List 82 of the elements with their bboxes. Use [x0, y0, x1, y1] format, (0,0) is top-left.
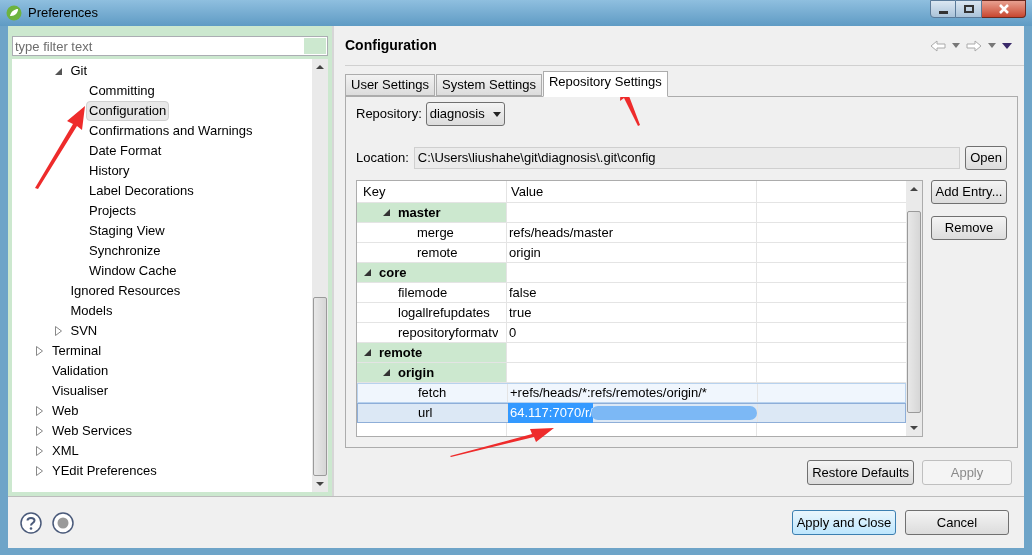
dialog-button[interactable]: Cancel [905, 510, 1009, 535]
expanded-triangle-icon[interactable] [383, 209, 390, 216]
tree-item[interactable]: Web [49, 401, 82, 421]
tree-item[interactable]: Committing [86, 81, 158, 101]
table-action-button[interactable]: Add Entry... [931, 180, 1007, 204]
settings-tab[interactable]: Repository Settings [543, 71, 668, 97]
page-button[interactable]: Restore Defaults [807, 460, 914, 485]
expanded-triangle-icon[interactable] [364, 269, 371, 276]
tree-item[interactable]: Terminal [49, 341, 105, 361]
tree-item[interactable]: Label Decorations [86, 181, 197, 201]
value-cell-text: origin [508, 243, 541, 262]
dropdown-caret-icon[interactable] [952, 43, 960, 48]
dropdown-caret-icon[interactable] [988, 43, 996, 48]
dialog-button[interactable]: Apply and Close [792, 510, 896, 535]
tree-item[interactable]: Ignored Resources [67, 281, 184, 301]
tree-item[interactable]: Synchronize [86, 241, 164, 261]
tree-item[interactable]: History [86, 161, 133, 181]
caret-icon [492, 111, 501, 117]
value-cell: 64.117:7070/r/ [508, 403, 593, 423]
help-icon[interactable] [20, 511, 42, 534]
tree-item[interactable]: SVN [67, 321, 101, 341]
window-title: Preferences [28, 4, 99, 23]
config-row[interactable]: merge refs/heads/master [357, 223, 906, 243]
value-cell-text: true [508, 303, 532, 322]
table-scrollbar[interactable] [906, 181, 922, 436]
tree-item[interactable]: Staging View [86, 221, 168, 241]
app-leaf-icon [6, 5, 22, 21]
tree-item[interactable]: Confirmations and Warnings [86, 121, 256, 141]
location-field[interactable]: C:\Users\liushahe\git\diagnosis\.git\config [413, 147, 961, 169]
value-cell-text: 0 [508, 323, 517, 342]
tree-item[interactable]: Git [67, 61, 91, 81]
tree-item[interactable]: Visualiser [49, 381, 112, 401]
value-cell-text: refs/heads/master [508, 223, 614, 242]
key-cell-text: url [418, 404, 433, 423]
tree-item[interactable]: Models [67, 301, 116, 321]
repository-dropdown[interactable]: diagnosis [425, 102, 505, 126]
config-row[interactable]: fetch +refs/heads/*:refs/remotes/origin/* [357, 383, 906, 403]
value-cell-text: +refs/heads/*:refs/remotes/origin/* [509, 384, 707, 403]
key-cell-text: merge [417, 223, 454, 242]
config-row[interactable]: filemode false [357, 283, 906, 303]
column-header[interactable]: Key [357, 181, 507, 202]
config-row[interactable]: logallrefupdates true [357, 303, 906, 323]
config-row[interactable]: url 64.117:7070/r/ [357, 403, 906, 423]
collapsed-triangle-icon[interactable] [54, 326, 62, 336]
key-cell-text: repositoryformatv [398, 323, 499, 342]
close-button[interactable] [982, 0, 1026, 18]
minimize-button[interactable] [930, 0, 956, 18]
value-cell-text: false [508, 283, 537, 302]
section-name: core [379, 263, 407, 282]
record-icon[interactable] [52, 511, 74, 534]
expanded-triangle-icon[interactable] [383, 369, 390, 376]
filter-field[interactable]: type filter text [12, 36, 329, 56]
repository-label: Repository: [356, 105, 422, 124]
open-button[interactable]: Open [965, 146, 1007, 170]
collapsed-triangle-icon[interactable] [36, 346, 43, 356]
tree-scrollbar[interactable] [312, 59, 329, 492]
tree-item[interactable]: Window Cache [86, 261, 180, 281]
settings-tab[interactable]: User Settings [345, 74, 436, 96]
expanded-triangle-icon[interactable] [54, 67, 62, 75]
key-cell-text: fetch [418, 384, 447, 403]
table-action-button[interactable]: Remove [931, 216, 1007, 240]
location-label: Location: [356, 149, 409, 168]
view-menu-icon[interactable] [1002, 42, 1012, 49]
settings-tab[interactable]: System Settings [436, 74, 542, 96]
key-cell-text: logallrefupdates [398, 303, 490, 322]
tree-item[interactable]: Date Format [86, 141, 165, 161]
section-name: origin [398, 363, 435, 382]
close-icon [998, 4, 1009, 14]
tree-item[interactable]: Web Services [49, 421, 135, 441]
tree-item[interactable]: Projects [86, 201, 139, 221]
expanded-triangle-icon[interactable] [364, 349, 371, 356]
column-header[interactable]: Value [507, 181, 757, 202]
tree-item[interactable]: XML [49, 441, 82, 461]
maximize-button[interactable] [956, 0, 982, 18]
tree-item[interactable]: YEdit Preferences [49, 461, 160, 481]
tree-item[interactable]: Validation [49, 361, 112, 381]
key-cell-text: remote [417, 243, 458, 262]
section-name: remote [379, 343, 423, 362]
tree-item[interactable]: Configuration [86, 101, 170, 121]
page-title: Configuration [345, 36, 437, 55]
key-cell-text: filemode [398, 283, 448, 302]
section-name: master [398, 203, 441, 222]
